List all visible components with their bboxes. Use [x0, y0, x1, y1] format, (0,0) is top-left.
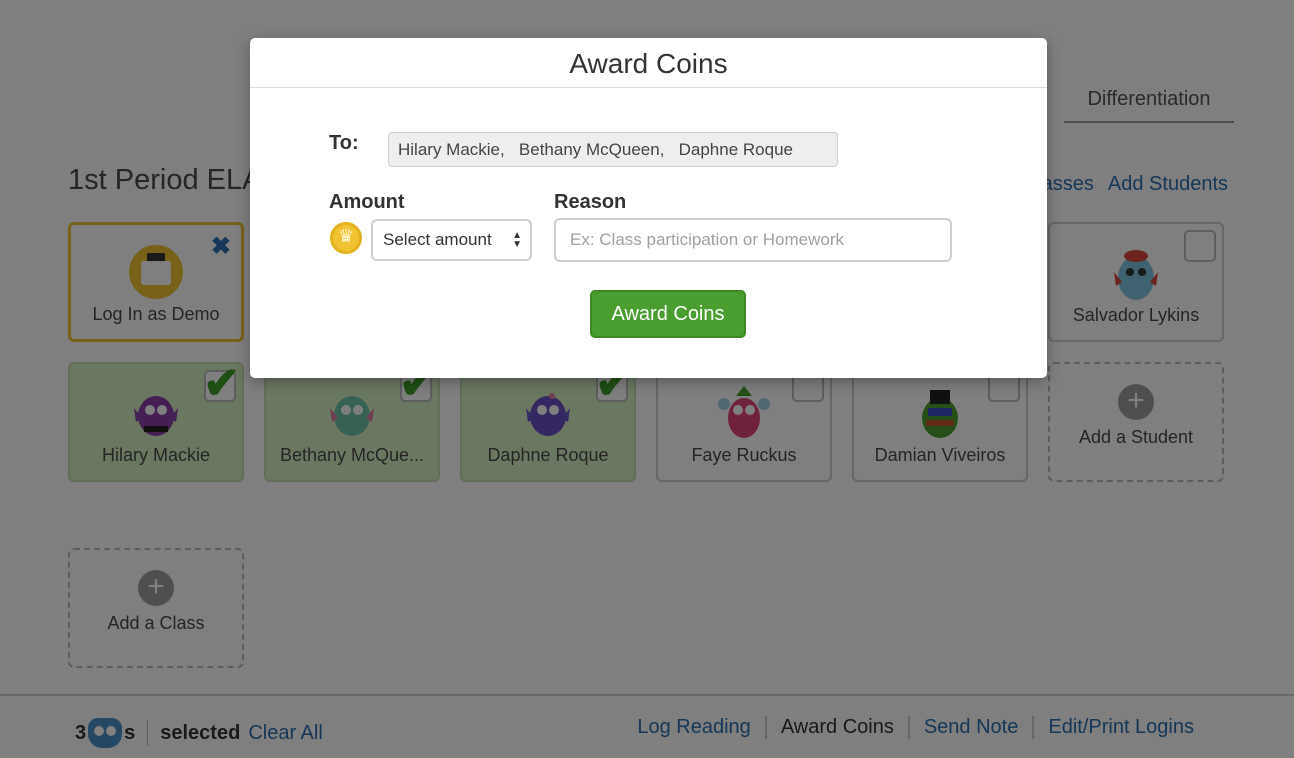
recipients-field: Hilary Mackie, Bethany McQueen, Daphne R… [388, 132, 838, 167]
amount-select-value: Select amount [383, 230, 492, 249]
reason-label: Reason [554, 191, 627, 213]
award-coins-modal: Award Coins To: Hilary Mackie, Bethany M… [250, 38, 1047, 378]
select-arrows-icon: ▲ ▼ [512, 230, 522, 250]
modal-title: Award Coins [250, 38, 1047, 88]
to-label: To: [329, 132, 359, 154]
reason-input[interactable] [554, 218, 952, 262]
amount-label: Amount [329, 191, 405, 213]
amount-select[interactable]: Select amount ▲ ▼ [371, 219, 532, 261]
coin-icon [330, 222, 362, 254]
award-coins-button[interactable]: Award Coins [590, 290, 746, 338]
